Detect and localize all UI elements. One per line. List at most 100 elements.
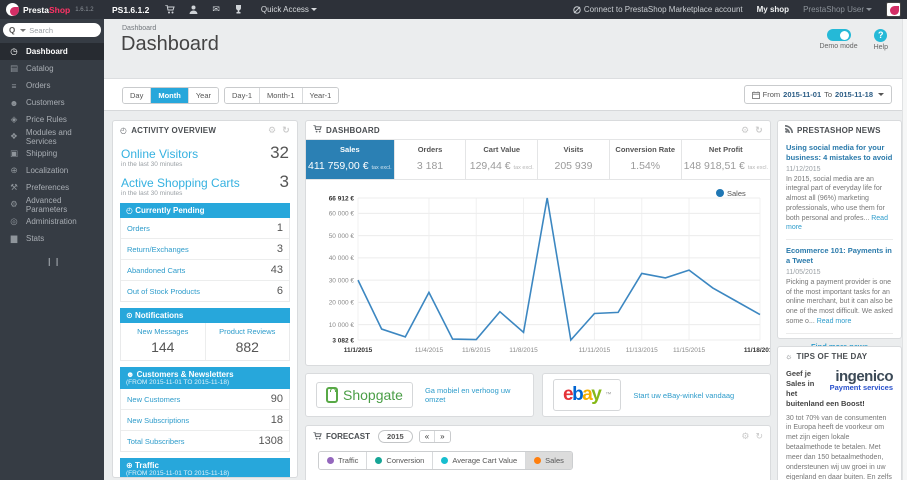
- kpi-tile-cart-value[interactable]: Cart Value 129,44 € tax excl.: [466, 140, 539, 179]
- range-button-year-1[interactable]: Year-1: [301, 88, 339, 103]
- product-reviews-cell: Product Reviews 882: [204, 323, 290, 360]
- sidebar-item-stats[interactable]: ▆ Stats: [0, 230, 104, 247]
- brand-name: PrestaShop: [23, 4, 71, 15]
- dashboard-panel-header: DASHBOARD ⚙ ↻: [306, 121, 770, 139]
- quick-access-menu[interactable]: Quick Access: [261, 5, 317, 14]
- orders-link[interactable]: Orders: [127, 224, 150, 233]
- sidebar-item-label: Customers: [26, 98, 65, 107]
- panel-refresh-icon[interactable]: ↻: [755, 125, 763, 136]
- abandoned-carts-link[interactable]: Abandoned Carts: [127, 266, 185, 275]
- marketplace-link[interactable]: Connect to PrestaShop Marketplace accoun…: [573, 5, 743, 14]
- sidebar-item-advanced-parameters[interactable]: ⚙ Advanced Parameters: [0, 195, 104, 214]
- online-visitors-label[interactable]: Online Visitors: [121, 147, 198, 161]
- news-article-date: 11/05/2015: [786, 268, 821, 276]
- sidebar-item-dashboard[interactable]: ◷ Dashboard: [0, 43, 104, 60]
- news-article-title[interactable]: Ecommerce 101: Payments in a Tweet: [786, 246, 893, 266]
- news-article-title[interactable]: Using social media for your business: 4 …: [786, 143, 893, 163]
- kpi-tile-net-profit[interactable]: Net Profit 148 918,51 € tax excl.: [682, 140, 770, 179]
- messages-icon[interactable]: ✉: [212, 5, 220, 14]
- return-exchanges-link[interactable]: Return/Exchanges: [127, 245, 189, 254]
- forecast-legend-average-cart-value[interactable]: Average Cart Value: [432, 452, 526, 469]
- forecast-legend-traffic[interactable]: Traffic: [319, 452, 367, 469]
- kpi-tile-sales[interactable]: Sales 411 759,00 € tax excl.: [306, 140, 395, 179]
- shopgate-banner[interactable]: Shopgate Ga mobiel en verhoog uw omzet: [305, 373, 534, 417]
- sidebar-item-label: Administration: [26, 217, 77, 226]
- sidebar-item-price-rules[interactable]: ◈ Price Rules: [0, 111, 104, 128]
- user-icon[interactable]: [189, 5, 198, 14]
- demo-mode-toggle[interactable]: [826, 29, 851, 41]
- ebay-logo: ebay ™: [553, 379, 622, 411]
- shopgate-link[interactable]: Ga mobiel en verhoog uw omzet: [425, 386, 523, 404]
- range-button-month[interactable]: Month: [150, 88, 188, 103]
- total-subscribers-link[interactable]: Total Subscribers: [127, 437, 185, 446]
- prestashop-logo[interactable]: PrestaShop 1.6.1.2: [0, 3, 104, 16]
- range-button-year[interactable]: Year: [187, 88, 218, 103]
- panel-refresh-icon[interactable]: ↻: [755, 431, 763, 442]
- person-icon: ☻: [126, 370, 137, 379]
- search-input[interactable]: [29, 25, 88, 35]
- range-button-month-1[interactable]: Month-1: [259, 88, 302, 103]
- shopgate-bag-icon: [326, 387, 338, 403]
- user-avatar[interactable]: [886, 2, 901, 17]
- ebay-banner[interactable]: ebay ™ Start uw eBay-winkel vandaag: [542, 373, 771, 417]
- stats-icon: ▆: [10, 233, 18, 243]
- user-menu[interactable]: PrestaShop User: [803, 5, 872, 14]
- panel-refresh-icon[interactable]: ↻: [282, 125, 290, 136]
- product-reviews-link[interactable]: Product Reviews: [208, 327, 288, 336]
- sidebar-item-catalog[interactable]: ▤ Catalog: [0, 60, 104, 77]
- kpi-tile-visits[interactable]: Visits 205 939: [538, 140, 610, 179]
- sidebar-item-customers[interactable]: ☻ Customers: [0, 94, 104, 111]
- sidebar-item-localization[interactable]: ⊕ Localization: [0, 162, 104, 179]
- sidebar-item-label: Preferences: [26, 183, 70, 192]
- panel-settings-icon[interactable]: ⚙: [741, 125, 749, 136]
- range-button-day-1[interactable]: Day-1: [225, 88, 260, 103]
- legend-label: Traffic: [338, 456, 359, 465]
- sidebar-item-preferences[interactable]: ⚒ Preferences: [0, 179, 104, 196]
- scrollbar[interactable]: [902, 19, 907, 480]
- range-button-group: Day Month Year: [122, 87, 219, 104]
- prestashop-logo-icon: [6, 3, 19, 16]
- read-more-link[interactable]: Read more: [817, 318, 852, 325]
- search-scope-caret-icon[interactable]: [20, 28, 27, 32]
- sidebar-item-orders[interactable]: ≡ Orders: [0, 77, 104, 94]
- table-row: Total Subscribers 1308: [121, 431, 289, 451]
- kpi-value: 1.54%: [630, 160, 661, 172]
- ebay-link[interactable]: Start uw eBay-winkel vandaag: [633, 391, 734, 400]
- help-control: ? Help: [874, 29, 888, 51]
- forecast-legend-conversion[interactable]: Conversion: [366, 452, 433, 469]
- shop-name[interactable]: PS1.6.1.2: [112, 5, 149, 15]
- kpi-label: Conversion Rate: [615, 145, 676, 154]
- active-carts-label[interactable]: Active Shopping Carts: [121, 176, 240, 190]
- sidebar-item-administration[interactable]: ◎ Administration: [0, 213, 104, 230]
- help-icon[interactable]: ?: [874, 29, 888, 42]
- kpi-tile-conversion-rate[interactable]: Conversion Rate 1.54%: [610, 140, 682, 179]
- forecast-header: FORECAST 2015 «» ⚙ ↻: [306, 426, 770, 443]
- panel-settings-icon[interactable]: ⚙: [741, 431, 749, 442]
- previous-year-button[interactable]: «: [419, 431, 435, 442]
- sidebar-item-modules-and-services[interactable]: ❖ Modules and Services: [0, 128, 104, 146]
- next-year-button[interactable]: »: [434, 431, 450, 442]
- range-button-day[interactable]: Day: [123, 88, 151, 103]
- trophy-icon[interactable]: [234, 5, 243, 14]
- active-carts-value: 3: [279, 172, 289, 191]
- out-of-stock-products-link[interactable]: Out of Stock Products: [127, 287, 200, 296]
- kpi-tile-orders[interactable]: Orders 3 181: [395, 140, 467, 179]
- sidebar-item-label: Advanced Parameters: [25, 195, 68, 214]
- breadcrumb[interactable]: Dashboard: [122, 25, 156, 32]
- sidebar-item-shipping[interactable]: ▣ Shipping: [0, 145, 104, 162]
- panel-settings-icon[interactable]: ⚙: [268, 125, 276, 136]
- sidebar-item-label: Localization: [26, 166, 69, 175]
- read-more-link[interactable]: Read more: [786, 215, 888, 232]
- date-range-button[interactable]: From 2015-11-01 To 2015-11-18: [743, 85, 892, 104]
- new-messages-link[interactable]: New Messages: [123, 327, 203, 336]
- sidebar-collapse-icon[interactable]: ❙❙: [46, 257, 60, 266]
- new-subscriptions-link[interactable]: New Subscriptions: [127, 416, 189, 425]
- new-customers-link[interactable]: New Customers: [127, 395, 180, 404]
- my-shop-link[interactable]: My shop: [757, 5, 789, 14]
- prestashop-admin-dashboard: PrestaShop 1.6.1.2 PS1.6.1.2 ✉ Quick Acc…: [0, 0, 907, 480]
- preferences-icon: ⚒: [10, 182, 18, 192]
- cart-icon[interactable]: [165, 5, 176, 14]
- forecast-legend-sales[interactable]: Sales: [525, 452, 572, 469]
- table-row: Return/Exchanges 3: [121, 239, 289, 260]
- svg-text:30 000 €: 30 000 €: [329, 277, 355, 284]
